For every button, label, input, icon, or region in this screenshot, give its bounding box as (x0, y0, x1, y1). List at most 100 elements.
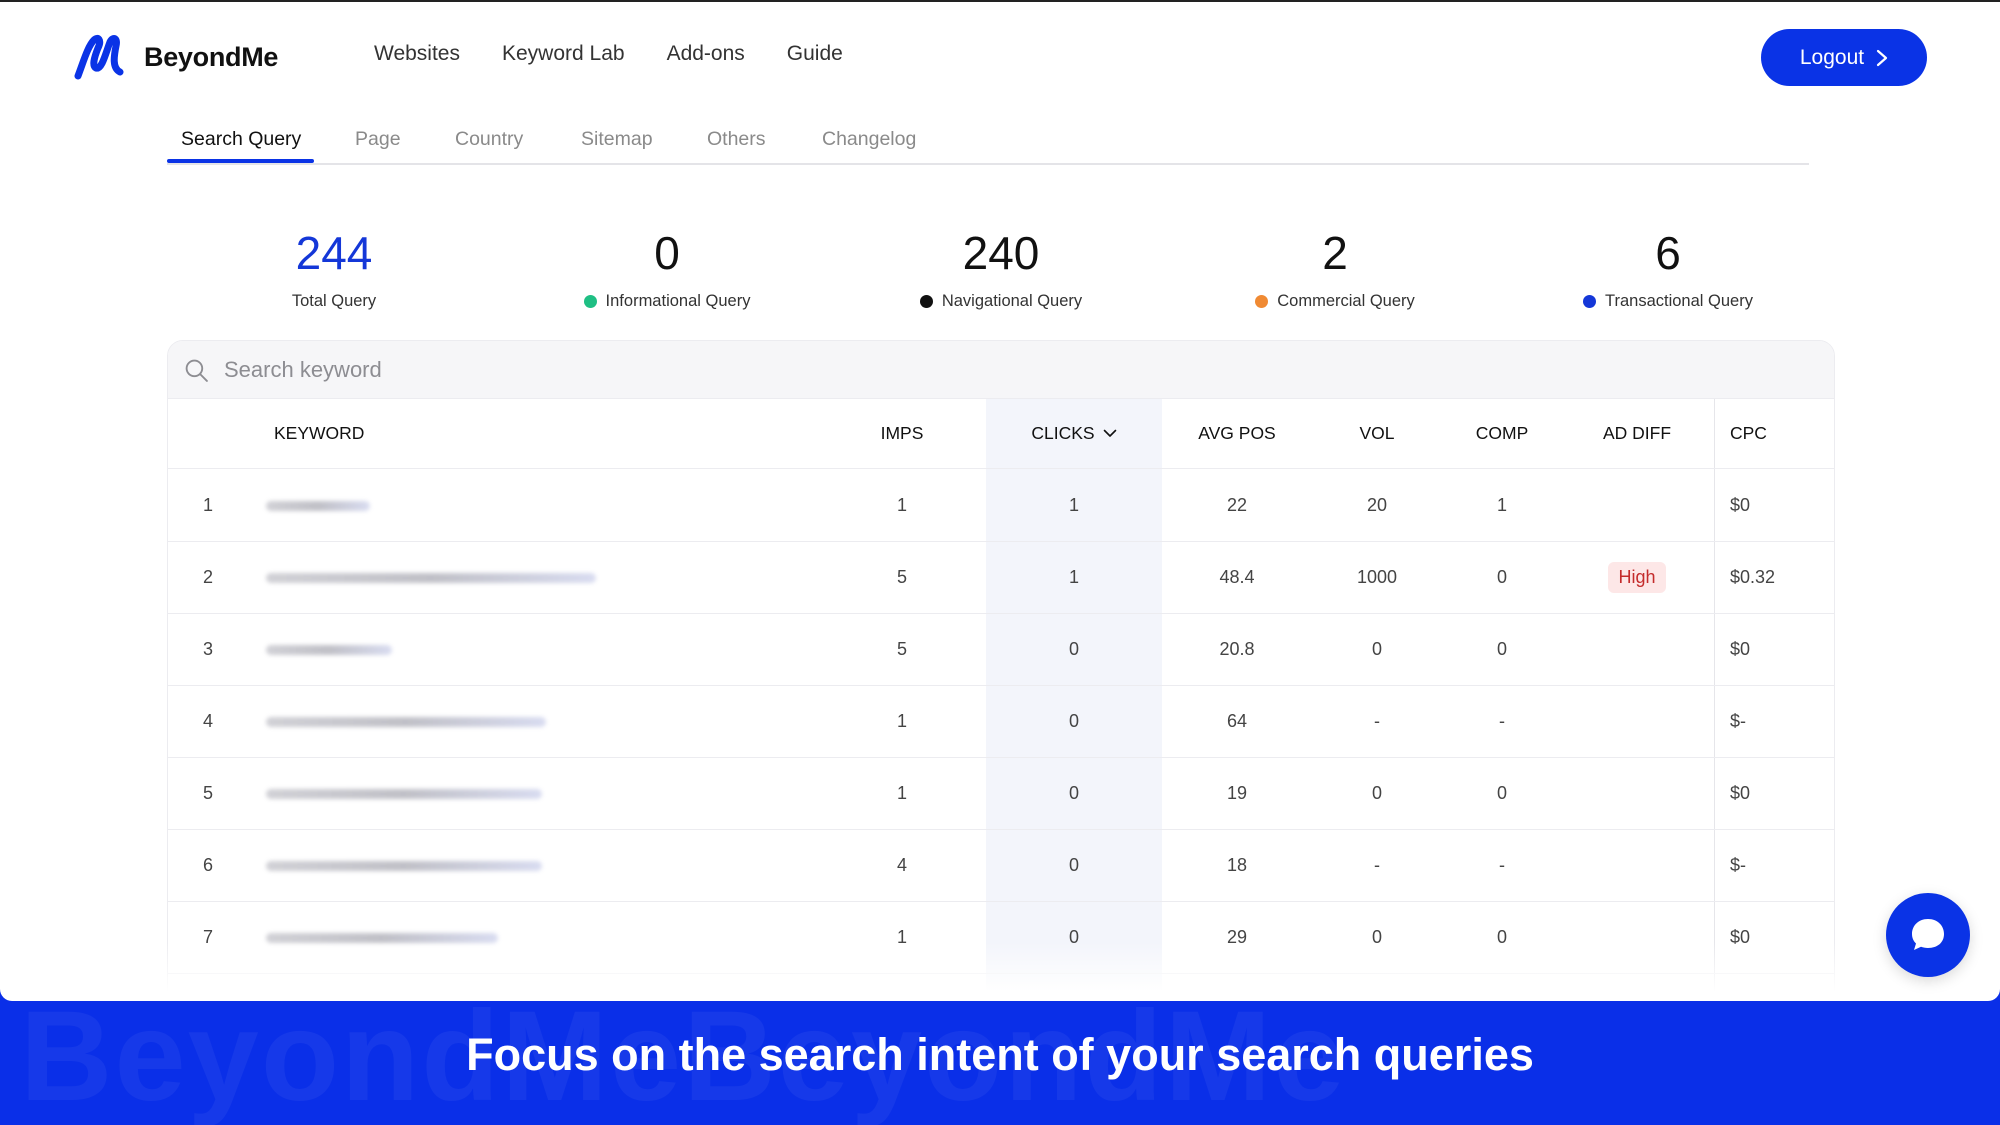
stat-informational-query: 0 Informational Query (517, 224, 817, 311)
table-header: KEYWORD IMPS CLICKS AVG POS VOL COMP AD … (168, 399, 1834, 469)
col-comp[interactable]: COMP (1442, 399, 1562, 468)
keyword-redacted (266, 614, 826, 685)
nav-websites[interactable]: Websites (374, 42, 460, 66)
cell-comp: 0 (1496, 639, 1507, 659)
row-index: 2 (202, 567, 213, 587)
app-window: BeyondMe Websites Keyword Lab Add-ons Gu… (0, 0, 2000, 1001)
col-clicks[interactable]: CLICKS (986, 399, 1162, 468)
cell-vol: 0 (1371, 783, 1382, 803)
col-vol[interactable]: VOL (1312, 399, 1442, 468)
keyword-redacted (266, 758, 826, 829)
stat-value: 244 (295, 227, 373, 279)
cell-clicks: 0 (1068, 783, 1079, 803)
keyword-redacted (266, 470, 826, 541)
col-avg-pos[interactable]: AVG POS (1162, 399, 1312, 468)
nav-add-ons[interactable]: Add-ons (667, 42, 745, 66)
row-index: 6 (202, 855, 213, 875)
query-table-card: KEYWORD IMPS CLICKS AVG POS VOL COMP AD … (167, 340, 1835, 1001)
table-row[interactable]: 1 1 1 22 20 1 $0 (168, 470, 1834, 542)
table-fade-overlay (167, 942, 1835, 1001)
cell-avg-pos: 19 (1226, 783, 1248, 803)
cell-ad-diff (1562, 830, 1712, 901)
row-index: 5 (202, 783, 213, 803)
tab-country[interactable]: Country (455, 128, 523, 151)
search-bar (168, 341, 1834, 399)
chevron-right-icon (1877, 49, 1888, 66)
cell-comp: - (1499, 711, 1505, 731)
col-clicks-label: CLICKS (1031, 423, 1095, 443)
stat-value: 6 (1655, 227, 1681, 279)
cell-cpc: $0 (1730, 639, 1751, 659)
tab-page[interactable]: Page (355, 128, 401, 151)
cell-comp: 1 (1496, 495, 1507, 515)
cell-imps: 4 (896, 855, 907, 875)
row-index: 1 (202, 495, 213, 515)
cell-imps: 5 (896, 567, 907, 587)
brand-name: BeyondMe (144, 41, 279, 72)
cell-imps: 5 (896, 639, 907, 659)
keyword-redacted (266, 686, 826, 757)
caption-banner: BeyondMeBeyondMe Focus on the search int… (0, 1001, 2000, 1125)
search-icon (185, 359, 208, 382)
table-row[interactable]: 2 5 1 48.4 1000 0 High $0.32 (168, 542, 1834, 614)
brand-logo-icon (74, 34, 124, 80)
cell-imps: 1 (896, 783, 907, 803)
stat-commercial-query: 2 Commercial Query (1185, 224, 1485, 311)
stat-total-query: 244 Total Query (184, 224, 484, 311)
cell-ad-diff: High (1562, 542, 1712, 613)
nav-guide[interactable]: Guide (787, 42, 843, 66)
stat-value: 240 (962, 227, 1040, 279)
tab-changelog[interactable]: Changelog (822, 128, 916, 151)
cell-avg-pos: 64 (1226, 711, 1248, 731)
logout-label: Logout (1799, 45, 1865, 69)
status-dot (583, 295, 597, 308)
cell-avg-pos: 22 (1226, 495, 1248, 515)
cell-clicks: 0 (1068, 639, 1079, 659)
stat-label: Commercial Query (1277, 292, 1415, 310)
cell-vol: 0 (1371, 639, 1382, 659)
col-cpc[interactable]: CPC (1730, 399, 1830, 468)
brand-logo[interactable]: BeyondMe (74, 34, 278, 80)
cell-ad-diff (1562, 614, 1712, 685)
table-row[interactable]: 6 4 0 18 - - $- (168, 830, 1834, 902)
stat-label: Navigational Query (941, 292, 1083, 310)
cell-vol: - (1374, 855, 1380, 875)
cell-cpc: $0 (1730, 783, 1751, 803)
chevron-down-icon (1103, 429, 1116, 437)
tab-search-query[interactable]: Search Query (181, 128, 301, 151)
top-header: BeyondMe Websites Keyword Lab Add-ons Gu… (0, 2, 2000, 112)
col-keyword[interactable]: KEYWORD (266, 399, 826, 468)
cell-vol: 1000 (1356, 567, 1398, 587)
table-row[interactable]: 5 1 0 19 0 0 $0 (168, 758, 1834, 830)
table-row[interactable]: 4 1 0 64 - - $- (168, 686, 1834, 758)
stat-value: 2 (1322, 227, 1348, 279)
col-imps[interactable]: IMPS (862, 399, 942, 468)
cell-clicks: 0 (1068, 711, 1079, 731)
keyword-redacted (266, 830, 826, 901)
nav-keyword-lab[interactable]: Keyword Lab (502, 42, 625, 66)
active-tab-indicator (167, 159, 314, 163)
logout-button[interactable]: Logout (1761, 29, 1927, 86)
cell-cpc: $- (1730, 855, 1747, 875)
cell-ad-diff (1562, 758, 1712, 829)
banner-caption: Focus on the search intent of your searc… (466, 1029, 1534, 1080)
chat-widget-button[interactable] (1886, 893, 1970, 977)
col-ad-diff[interactable]: AD DIFF (1562, 399, 1712, 468)
cell-vol: - (1374, 711, 1380, 731)
stat-label: Transactional Query (1605, 292, 1753, 310)
stat-transactional-query: 6 Transactional Query (1518, 224, 1818, 311)
cell-avg-pos: 20.8 (1219, 639, 1255, 659)
row-index: 3 (202, 639, 213, 659)
cell-avg-pos: 48.4 (1219, 567, 1255, 587)
sub-tabs: Search Query Page Country Sitemap Others… (167, 112, 1809, 165)
cell-cpc: $0 (1730, 495, 1751, 515)
cell-vol: 20 (1366, 495, 1388, 515)
stat-label: Total Query (291, 292, 377, 310)
search-input[interactable] (224, 351, 1724, 389)
stat-label: Informational Query (605, 292, 751, 310)
stat-navigational-query: 240 Navigational Query (851, 224, 1151, 311)
table-row[interactable]: 3 5 0 20.8 0 0 $0 (168, 614, 1834, 686)
cell-comp: 0 (1496, 567, 1507, 587)
tab-others[interactable]: Others (707, 128, 766, 151)
tab-sitemap[interactable]: Sitemap (581, 128, 653, 151)
